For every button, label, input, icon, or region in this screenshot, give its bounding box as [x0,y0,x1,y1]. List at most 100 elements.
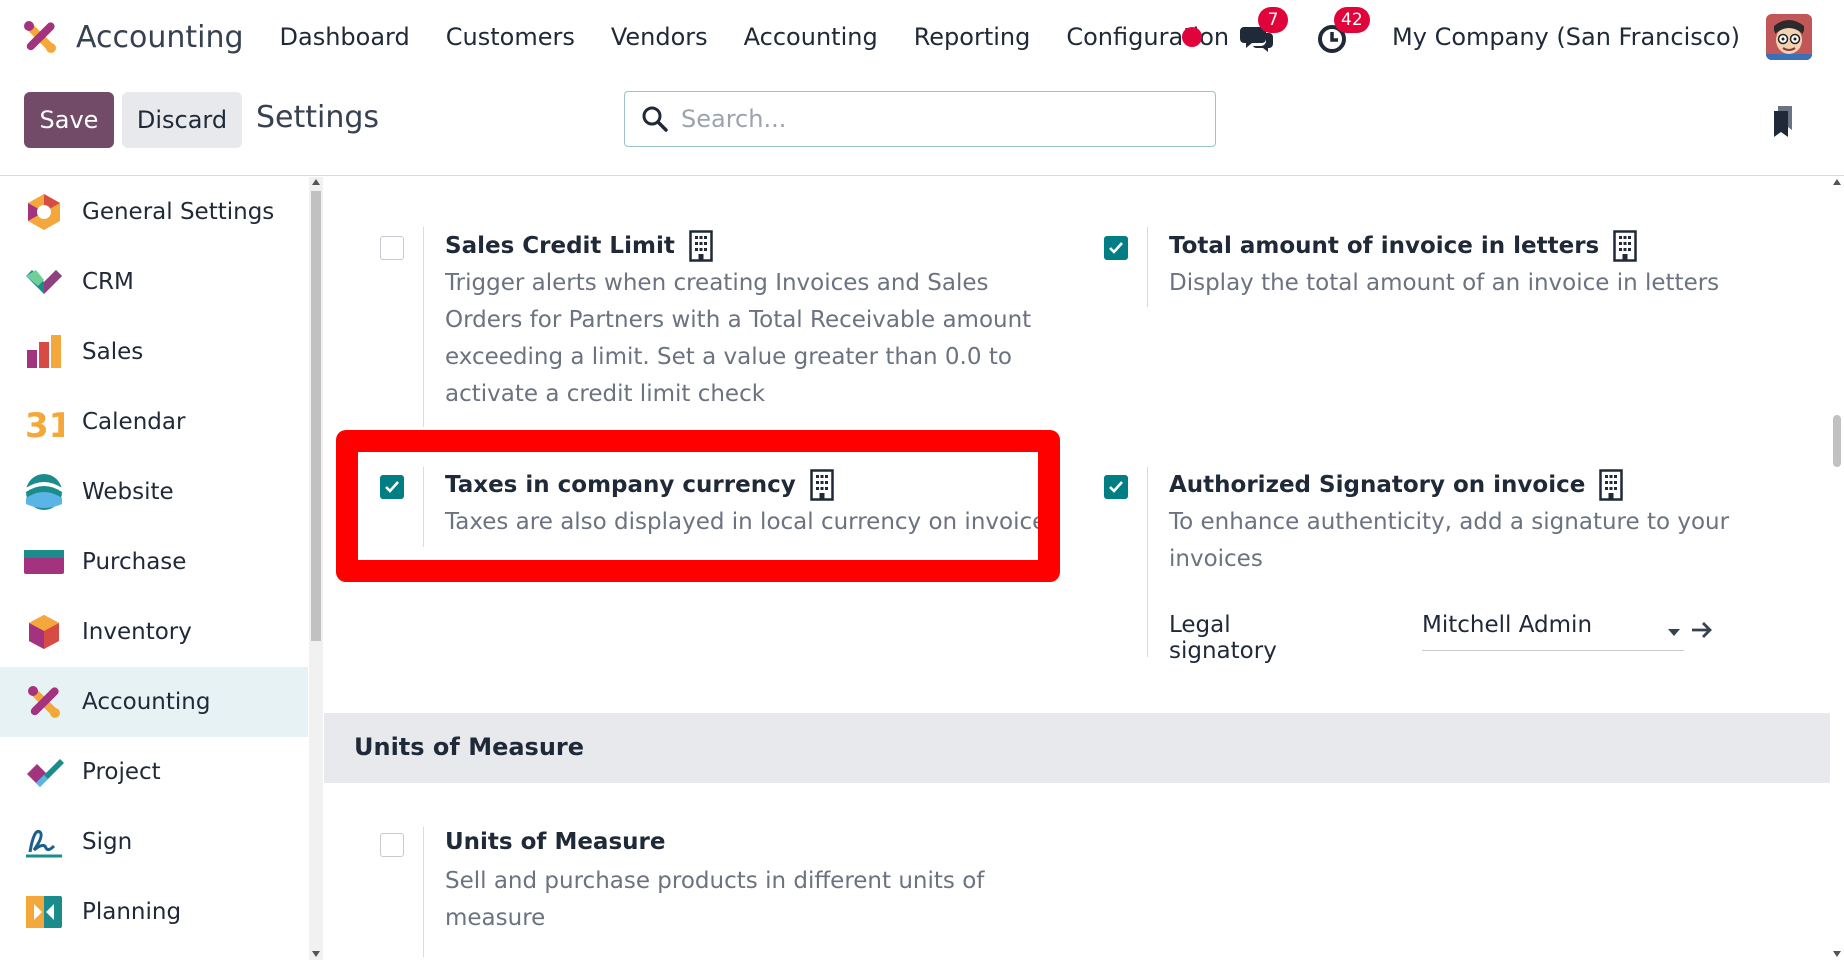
search-input[interactable] [681,105,1181,133]
sidebar-item-label: CRM [82,269,134,295]
setting-title-text: Units of Measure [445,829,666,855]
accounting-icon [28,686,60,718]
project-icon [27,759,64,787]
sidebar-item-label: Accounting [82,689,211,715]
sidebar-item-label: Sales [82,339,144,365]
user-avatar[interactable] [1766,14,1812,60]
main-menu: Dashboard Customers Vendors Accounting R… [262,23,1248,51]
setting-description: Display the total amount of an invoice i… [1169,270,1720,296]
activities-button[interactable]: 42 [1316,7,1370,55]
sales-credit-limit-checkbox[interactable] [380,236,404,260]
caret-down-icon [1668,629,1680,636]
scroll-up-arrow-icon[interactable] [1833,179,1841,185]
menu-dashboard[interactable]: Dashboard [262,23,428,51]
setting-title: Authorized Signatory on invoice [1169,469,1624,501]
website-icon [26,474,62,510]
sidebar-item-label: Project [82,759,161,785]
control-panel: Save Discard Settings [0,74,1844,176]
recording-indicator-icon[interactable] [1182,27,1203,47]
content-scrollbar[interactable] [1830,177,1844,960]
sidebar-item-crm[interactable]: CRM [0,247,308,317]
sidebar-item-label: Website [82,479,174,505]
sidebar-item-label: General Settings [82,199,275,225]
sidebar-item-label: Sign [82,829,133,855]
divider [1147,227,1148,307]
sidebar-item-planning[interactable]: Planning [0,877,308,947]
setting-description: Sell and purchase products in different … [445,868,985,931]
systray: 7 42 My Company (San Francisco) [1182,0,1844,74]
sidebar-item-label: Inventory [82,619,192,645]
purchase-icon [24,550,64,574]
top-navbar: Accounting Dashboard Customers Vendors A… [0,0,1844,74]
section-heading-units: Units of Measure [324,713,1830,783]
content-scrollbar-thumb[interactable] [1833,415,1841,467]
search-box [624,91,1216,147]
sidebar-scrollbar-thumb[interactable] [311,191,321,641]
setting-title-text: Sales Credit Limit [445,233,675,259]
company-switcher[interactable]: My Company (San Francisco) [1392,23,1740,51]
setting-title: Units of Measure [445,829,665,855]
brand[interactable]: Accounting [20,17,262,57]
scroll-down-arrow-icon[interactable] [1833,951,1841,957]
settings-sidebar: General Settings CRM Sales 31 Calendar W… [0,177,308,960]
sidebar-scrollbar[interactable] [309,177,323,960]
sidebar-item-calendar[interactable]: 31 Calendar [0,387,308,457]
company-building-icon [1613,230,1637,262]
sales-icon [27,335,61,368]
divider [423,227,424,427]
setting-title-text: Total amount of invoice in letters [1169,233,1600,259]
highlight-annotation-box [336,430,1060,582]
save-button[interactable]: Save [24,92,114,148]
general-settings-icon [28,194,60,230]
setting-title-text: Authorized Signatory on invoice [1169,472,1586,498]
sidebar-item-sign[interactable]: Sign [0,807,308,877]
sidebar-item-general-settings[interactable]: General Settings [0,177,308,247]
section-heading-text: Units of Measure [354,733,585,761]
sign-icon [26,829,62,858]
total-in-letters-checkbox[interactable] [1104,236,1128,260]
messages-button[interactable]: 7 [1240,7,1289,55]
divider [1147,467,1148,657]
svg-text:31: 31 [25,406,64,442]
setting-title: Sales Credit Limit [445,230,713,262]
sidebar-item-purchase[interactable]: Purchase [0,527,308,597]
app-name: Accounting [76,19,244,55]
company-building-icon [1599,469,1624,501]
sidebar-item-label: Calendar [82,409,186,435]
inventory-icon [29,615,59,649]
setting-title: Total amount of invoice in letters [1169,230,1637,262]
authorized-signatory-checkbox[interactable] [1104,475,1128,499]
scroll-up-arrow-icon[interactable] [312,179,320,185]
activities-badge: 42 [1334,7,1370,33]
company-building-icon [689,230,713,262]
menu-customers[interactable]: Customers [428,23,593,51]
setting-description: To enhance authenticity, add a signature… [1169,509,1730,572]
sidebar-item-website[interactable]: Website [0,457,308,527]
calendar-icon: 31 [25,406,64,442]
page-title: Settings [256,100,380,135]
menu-vendors[interactable]: Vendors [593,23,726,51]
legal-signatory-select[interactable]: Mitchell Admin [1422,607,1684,651]
scroll-down-arrow-icon[interactable] [312,951,320,957]
checkmark-icon [1109,242,1123,254]
discard-button[interactable]: Discard [122,92,242,148]
search-icon [642,106,668,132]
avatar-face-icon [1766,14,1812,60]
sidebar-item-project[interactable]: Project [0,737,308,807]
bookmark-icon[interactable] [1770,104,1800,138]
menu-accounting[interactable]: Accounting [726,23,896,51]
checkmark-icon [1109,481,1123,493]
menu-reporting[interactable]: Reporting [896,23,1049,51]
sidebar-item-label: Purchase [82,549,187,575]
setting-description: Trigger alerts when creating Invoices an… [445,270,1032,407]
legal-signatory-label: Legal signatory [1169,612,1277,664]
units-of-measure-checkbox[interactable] [380,833,404,857]
arrow-right-icon[interactable] [1690,620,1714,640]
sidebar-item-sales[interactable]: Sales [0,317,308,387]
crm-icon [26,270,62,294]
sidebar-item-accounting[interactable]: Accounting [0,667,308,737]
messages-badge: 7 [1258,7,1289,33]
sidebar-item-inventory[interactable]: Inventory [0,597,308,667]
planning-icon [26,896,62,928]
accounting-app-icon [24,21,56,53]
